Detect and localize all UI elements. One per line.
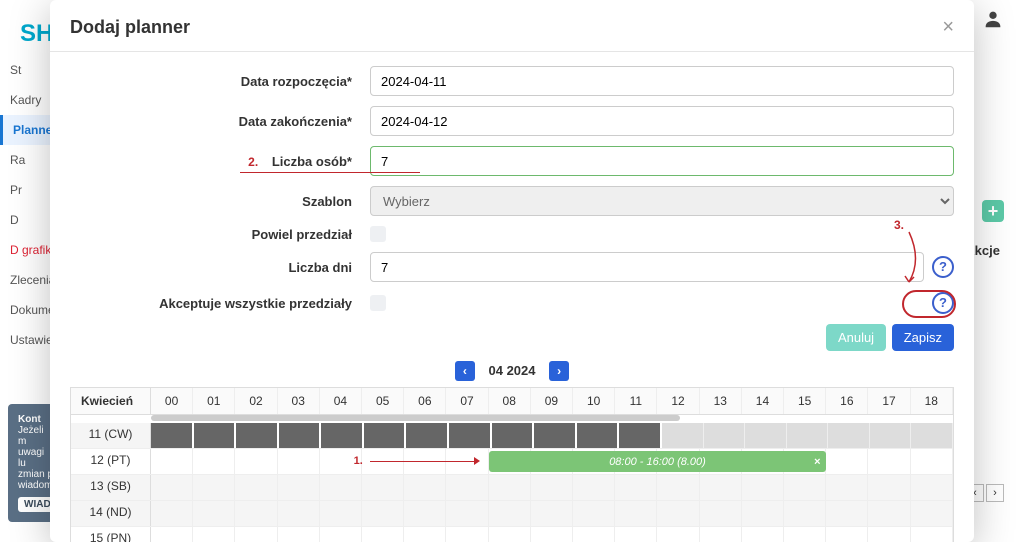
month-name: Kwiecień <box>71 388 151 414</box>
contact-text: Jeżeli m uwagi lu zmian p wiadom <box>18 425 53 491</box>
planner-grid: Kwiecień 0001020304050607080910111213141… <box>70 387 954 542</box>
bg-add-button[interactable]: + <box>982 200 1004 222</box>
hour-column: 05 <box>362 388 404 414</box>
row-day-label: 11 (CW) <box>71 423 151 448</box>
cancel-button[interactable]: Anuluj <box>826 324 886 351</box>
row-day-label: 14 (ND) <box>71 501 151 526</box>
row-cells[interactable] <box>151 501 953 526</box>
month-nav: ‹ 04 2024 › <box>70 361 954 381</box>
contact-title: Kont <box>18 414 41 425</box>
hour-column: 17 <box>868 388 910 414</box>
planner-event[interactable]: 08:00 - 16:00 (8.00)× <box>489 451 827 472</box>
modal-body: Data rozpoczęcia* Data zakończenia* 2. L… <box>50 52 974 542</box>
people-label: 2. Liczba osób* <box>70 154 370 169</box>
row-cells[interactable] <box>151 423 953 448</box>
horizontal-scrollbar[interactable] <box>151 415 680 421</box>
month-label: 04 2024 <box>489 363 536 378</box>
modal-actions: Anuluj Zapisz <box>70 324 954 351</box>
row-day-label: 12 (PT) <box>71 449 151 474</box>
hour-column: 01 <box>193 388 235 414</box>
annotation-1-arrow <box>370 461 476 462</box>
hour-column: 02 <box>235 388 277 414</box>
row-cells[interactable]: 08:00 - 16:00 (8.00)× 1. <box>151 449 953 474</box>
planner-row: 11 (CW) <box>71 423 953 449</box>
row-cells[interactable] <box>151 527 953 542</box>
add-planner-modal: Dodaj planner × Data rozpoczęcia* Data z… <box>50 0 974 542</box>
planner-row: 12 (PT) 08:00 - 16:00 (8.00)× 1. <box>71 449 953 475</box>
event-close-icon[interactable]: × <box>814 456 820 468</box>
hour-column: 10 <box>573 388 615 414</box>
hour-column: 12 <box>657 388 699 414</box>
hour-column: 15 <box>784 388 826 414</box>
planner-row: 13 (SB) <box>71 475 953 501</box>
row-cells[interactable] <box>151 475 953 500</box>
planner-header: Kwiecień 0001020304050607080910111213141… <box>71 388 953 415</box>
repeat-checkbox[interactable] <box>370 226 386 242</box>
hour-column: 03 <box>278 388 320 414</box>
hour-column: 00 <box>151 388 193 414</box>
app-logo: SH <box>20 20 53 48</box>
people-input[interactable] <box>370 146 954 176</box>
help-icon[interactable]: ? <box>932 256 954 278</box>
hour-column: 18 <box>911 388 953 414</box>
help-icon[interactable]: ? <box>932 292 954 314</box>
annotation-1-arrowhead <box>474 457 480 465</box>
accept-label: Akceptuje wszystkie przedziały <box>70 296 370 311</box>
days-label: Liczba dni <box>70 260 370 275</box>
end-date-input[interactable] <box>370 106 954 136</box>
next-month-button[interactable]: › <box>549 361 569 381</box>
save-button[interactable]: Zapisz <box>892 324 954 351</box>
modal-header: Dodaj planner × <box>50 0 974 52</box>
close-icon[interactable]: × <box>942 16 954 39</box>
prev-month-button[interactable]: ‹ <box>455 361 475 381</box>
hour-column: 09 <box>531 388 573 414</box>
hour-column: 13 <box>700 388 742 414</box>
hour-column: 07 <box>446 388 488 414</box>
end-date-label: Data zakończenia* <box>70 114 370 129</box>
modal-title: Dodaj planner <box>70 17 190 38</box>
hour-column: 06 <box>404 388 446 414</box>
planner-row: 14 (ND) <box>71 501 953 527</box>
row-day-label: 13 (SB) <box>71 475 151 500</box>
days-input[interactable] <box>370 252 924 282</box>
repeat-label: Powiel przedział <box>70 227 370 242</box>
annotation-3-arrow <box>894 230 924 290</box>
hour-column: 04 <box>320 388 362 414</box>
hour-column: 11 <box>615 388 657 414</box>
template-label: Szablon <box>70 194 370 209</box>
annotation-2: 2. <box>248 155 258 169</box>
start-date-input[interactable] <box>370 66 954 96</box>
start-date-label: Data rozpoczęcia* <box>70 74 370 89</box>
template-select[interactable]: Wybierz <box>370 186 954 216</box>
hour-column: 16 <box>826 388 868 414</box>
planner-row: 15 (PN) <box>71 527 953 542</box>
user-icon[interactable] <box>982 8 1004 36</box>
hour-column: 14 <box>742 388 784 414</box>
annotation-1: 1. <box>354 455 363 467</box>
hour-column: 08 <box>489 388 531 414</box>
accept-checkbox[interactable] <box>370 295 386 311</box>
row-day-label: 15 (PN) <box>71 527 151 542</box>
